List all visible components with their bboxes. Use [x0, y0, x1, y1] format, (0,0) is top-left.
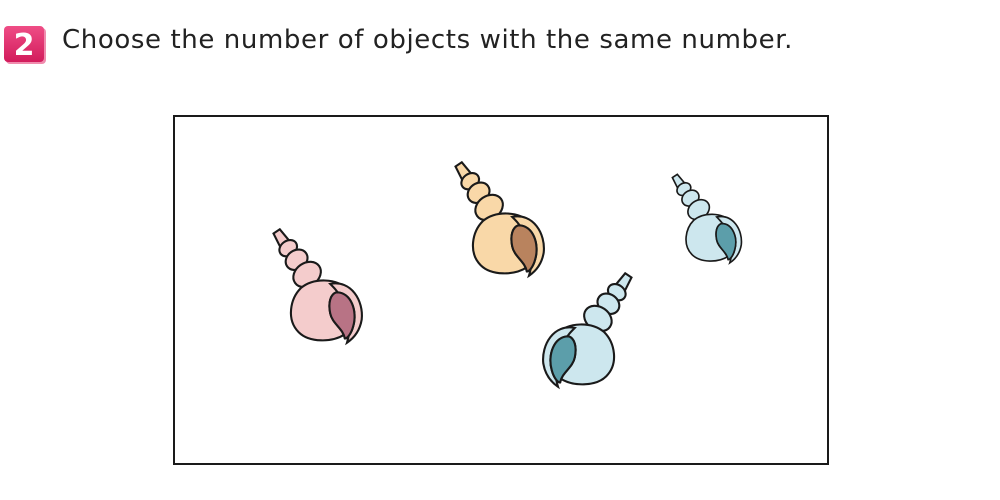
shell-picture: [272, 161, 743, 388]
picture-frame: [173, 115, 829, 465]
problem-number-badge: 2: [4, 26, 48, 66]
question-text: Choose the number of objects with the sa…: [62, 25, 793, 55]
problem-number: 2: [14, 28, 35, 63]
problem-number-badge-shape: 2: [4, 26, 46, 64]
